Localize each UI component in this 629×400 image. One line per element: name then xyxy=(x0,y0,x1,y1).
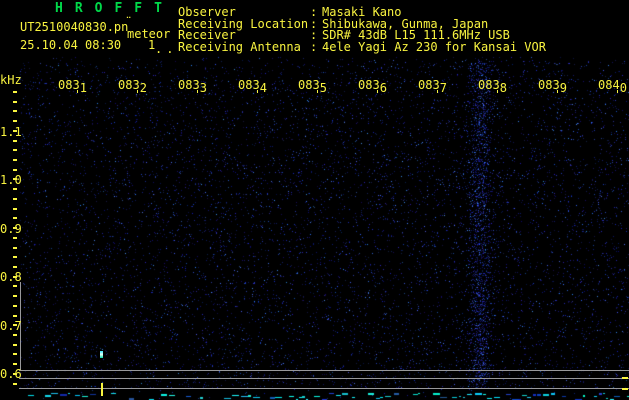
time-label-tail: 6 xyxy=(379,81,387,95)
freq-minor-tick xyxy=(13,334,17,336)
freq-minor-tick xyxy=(13,344,17,346)
app-title: HROFFT xyxy=(55,1,174,16)
info-row-antenna: Receiving Antenna : 4ele Yagi Az 230 for… xyxy=(178,41,628,53)
time-label-head: 083 xyxy=(418,78,440,92)
time-label-0837: 0837 xyxy=(418,78,447,94)
datetime-label: 25.10.04 08:30 xyxy=(20,38,122,52)
freq-minor-tick xyxy=(13,305,17,307)
freq-minor-tick xyxy=(13,237,17,239)
time-label-tail: 3 xyxy=(199,81,207,95)
freq-minor-tick xyxy=(13,217,17,219)
time-label-head: 083 xyxy=(298,78,320,92)
freq-axis-unit: kHz xyxy=(0,73,22,87)
time-label-head: 083 xyxy=(178,78,200,92)
info-label: Receiving Antenna xyxy=(178,40,301,54)
count-dots: .. xyxy=(155,42,178,56)
level-meter-top-line xyxy=(19,370,629,371)
time-label-0839: 0839 xyxy=(538,78,567,94)
info-value: 4ele Yagi Az 230 for Kansai VOR xyxy=(322,40,546,54)
time-label-0832: 0832 xyxy=(118,78,147,94)
time-label-head: 083 xyxy=(538,78,560,92)
time-label-tail: 7 xyxy=(439,81,447,95)
freq-minor-tick xyxy=(13,188,17,190)
freq-label-0-6: 0.6 xyxy=(0,367,22,381)
freq-label-0-8: 0.8 xyxy=(0,270,22,284)
freq-label-1-0: 1.0 xyxy=(0,173,22,187)
level-meter-mid-line xyxy=(19,378,629,379)
freq-minor-tick xyxy=(13,266,17,268)
freq-label-1-1: 1.1 xyxy=(0,125,22,139)
time-label-head: 083 xyxy=(118,78,140,92)
time-label-0835: 0835 xyxy=(298,78,327,94)
freq-minor-tick xyxy=(13,295,17,297)
meteor-count-tick xyxy=(101,383,103,396)
freq-minor-tick xyxy=(13,315,17,317)
freq-minor-tick xyxy=(13,208,17,210)
time-label-0838: 0838 xyxy=(478,78,507,94)
time-label-tail: 9 xyxy=(559,81,567,95)
time-label-tail: 1 xyxy=(79,81,87,95)
time-label-head: 084 xyxy=(598,78,620,92)
time-label-0836: 0836 xyxy=(358,78,387,94)
info-separator: : xyxy=(310,40,318,54)
time-label-0833: 0833 xyxy=(178,78,207,94)
freq-minor-tick xyxy=(13,256,17,258)
freq-minor-tick xyxy=(13,101,17,103)
time-label-0840: 0840 xyxy=(598,78,627,94)
time-label-head: 083 xyxy=(58,78,80,92)
meteor-echo-mark xyxy=(100,351,103,358)
time-label-tail: 8 xyxy=(499,81,507,95)
freq-label-0-7: 0.7 xyxy=(0,319,22,333)
time-label-head: 083 xyxy=(478,78,500,92)
freq-minor-tick xyxy=(13,169,17,171)
freq-minor-tick xyxy=(13,285,17,287)
time-label-head: 083 xyxy=(358,78,380,92)
freq-minor-tick xyxy=(13,91,17,93)
time-label-tail: 0 xyxy=(619,81,627,95)
right-edge-mark-lower xyxy=(622,388,628,390)
time-label-tail: 4 xyxy=(259,81,267,95)
hrofft-window: HROFFT UT2510040830.pn ¨ meteor 25.10.04… xyxy=(0,0,629,400)
time-label-tail: 2 xyxy=(139,81,147,95)
freq-minor-tick xyxy=(13,353,17,355)
freq-minor-tick xyxy=(13,159,17,161)
filename-label: UT2510040830.pn xyxy=(20,20,129,34)
level-meter-bottom-line xyxy=(19,388,629,389)
freq-label-0-9: 0.9 xyxy=(0,222,22,236)
time-label-tail: 5 xyxy=(319,81,327,95)
freq-minor-tick xyxy=(13,140,17,142)
freq-minor-tick xyxy=(13,120,17,122)
freq-minor-tick xyxy=(13,383,17,385)
freq-minor-tick xyxy=(13,363,17,365)
spectrogram-canvas xyxy=(0,0,629,400)
time-label-0831: 0831 xyxy=(58,78,87,94)
freq-minor-tick xyxy=(13,110,17,112)
freq-minor-tick xyxy=(13,198,17,200)
freq-minor-tick xyxy=(13,247,17,249)
time-label-head: 083 xyxy=(238,78,260,92)
time-label-0834: 0834 xyxy=(238,78,267,94)
freq-minor-tick xyxy=(13,149,17,151)
right-edge-mark-upper xyxy=(622,377,628,379)
